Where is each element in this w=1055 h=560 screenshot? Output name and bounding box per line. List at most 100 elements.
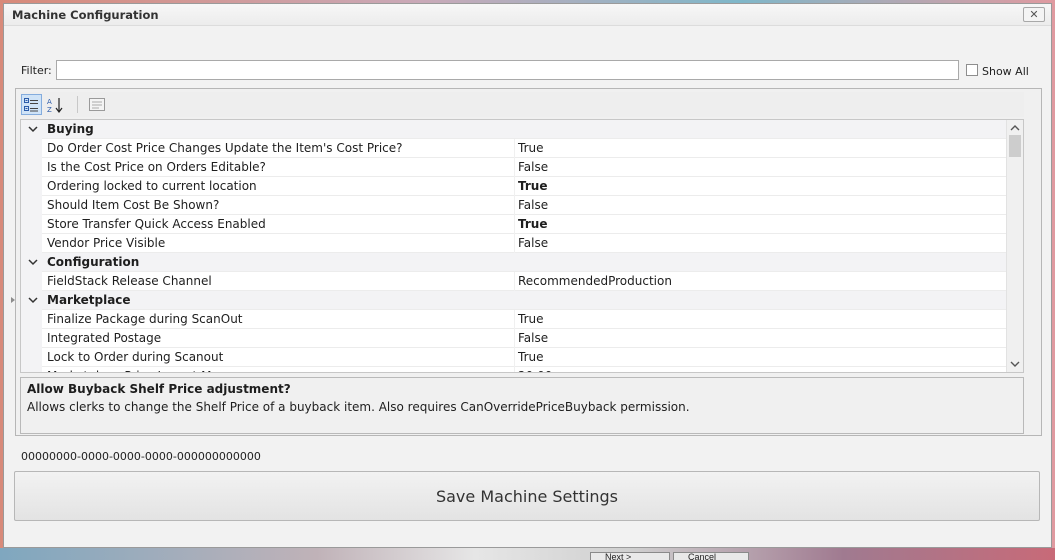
scroll-up-icon[interactable] [1010,123,1020,133]
column-divider[interactable] [514,310,515,329]
scrollbar-thumb[interactable] [1009,135,1021,157]
property-pages-icon [88,98,105,111]
show-all-label[interactable]: Show All [982,65,1029,78]
row-gutter [21,158,42,177]
description-panel: Allow Buyback Shelf Price adjustment? Al… [20,377,1024,434]
machine-configuration-window: Machine Configuration ✕ Filter: Show All [3,3,1052,548]
row-gutter [21,310,42,329]
row-gutter [21,348,42,367]
property-row[interactable]: FieldStack Release Channel RecommendedPro… [21,272,1006,291]
property-row[interactable]: Integrated Postage False [21,329,1006,348]
column-divider[interactable] [514,329,515,348]
background-cancel-button: Cancel [673,552,749,560]
toolbar-separator [77,96,78,113]
property-row[interactable]: Marketplace Price Import M... 20.00 [21,367,1006,372]
property-row[interactable]: Is the Cost Price on Orders Editable? Fal… [21,158,1006,177]
property-name: Store Transfer Quick Access Enabled [47,217,266,231]
svg-text:A: A [47,98,52,106]
filter-input[interactable] [56,60,959,80]
category-row[interactable]: Marketplace [21,291,1006,310]
sort-alphabetical-icon: A Z [47,97,62,113]
property-row[interactable]: Store Transfer Quick Access Enabled True [21,215,1006,234]
chevron-down-icon[interactable] [28,256,38,268]
property-name: Vendor Price Visible [47,236,166,250]
category-name: Configuration [47,255,140,269]
property-row[interactable]: Do Order Cost Price Changes Update the I… [21,139,1006,158]
property-value[interactable]: False [518,236,548,250]
property-value[interactable]: False [518,160,548,174]
svg-text:Z: Z [47,106,52,113]
column-divider[interactable] [514,348,515,367]
property-name: Do Order Cost Price Changes Update the I… [47,141,403,155]
category-name: Buying [47,122,94,136]
property-value[interactable]: False [518,198,548,212]
chevron-down-icon[interactable] [28,123,38,135]
property-name: Ordering locked to current location [47,179,257,193]
property-name: Should Item Cost Be Shown? [47,198,220,212]
desktop-background-strip [0,548,1055,560]
category-row[interactable]: Configuration [21,253,1006,272]
property-grid-rows: Buying Do Order Cost Price Changes Update… [21,120,1006,372]
scroll-down-icon[interactable] [1010,359,1020,369]
categorized-view-icon [24,97,38,111]
property-name: Is the Cost Price on Orders Editable? [47,160,266,174]
property-row[interactable]: Should Item Cost Be Shown? False [21,196,1006,215]
close-icon: ✕ [1029,8,1039,21]
chevron-down-icon[interactable] [28,294,38,306]
category-row[interactable]: Buying [21,120,1006,139]
property-name: Integrated Postage [47,331,162,345]
property-value[interactable]: True [518,350,544,364]
property-row[interactable]: Finalize Package during ScanOut True [21,310,1006,329]
property-name: Marketplace Price Import M... [47,369,223,372]
row-gutter [21,234,42,253]
column-divider[interactable] [514,177,515,196]
row-gutter [21,272,42,291]
column-divider[interactable] [514,215,515,234]
property-grid: Buying Do Order Cost Price Changes Update… [20,119,1024,373]
property-value[interactable]: True [518,217,547,231]
category-name: Marketplace [47,293,131,307]
property-name: Finalize Package during ScanOut [47,312,243,326]
background-next-button: Next > [590,552,670,560]
column-divider[interactable] [514,196,515,215]
row-gutter [21,139,42,158]
property-grid-panel: A Z Buying Do Order Cost Price Changes Up… [15,88,1042,436]
title-bar: Machine Configuration ✕ [4,4,1051,26]
property-value[interactable]: True [518,141,544,155]
property-row[interactable]: Ordering locked to current location True [21,177,1006,196]
row-gutter [21,329,42,348]
vertical-scrollbar[interactable] [1006,120,1023,372]
property-grid-toolbar: A Z [20,92,1024,117]
show-all-checkbox[interactable] [966,64,978,76]
machine-id: 00000000-0000-0000-0000-000000000000 [21,450,261,463]
close-button[interactable]: ✕ [1023,7,1045,22]
property-row[interactable]: Lock to Order during Scanout True [21,348,1006,367]
alphabetical-sort-button[interactable]: A Z [45,94,66,115]
save-machine-settings-button[interactable]: Save Machine Settings [14,471,1040,521]
column-divider[interactable] [514,158,515,177]
property-name: Lock to Order during Scanout [47,350,224,364]
window-title: Machine Configuration [12,8,159,22]
property-value[interactable]: 20.00 [518,369,552,372]
property-value[interactable]: True [518,312,544,326]
row-gutter [21,177,42,196]
property-row[interactable]: Vendor Price Visible False [21,234,1006,253]
description-title: Allow Buyback Shelf Price adjustment? [27,382,291,396]
property-value[interactable]: RecommendedProduction [518,274,672,288]
column-divider[interactable] [514,367,515,372]
categorized-view-button[interactable] [21,94,42,115]
property-value[interactable]: False [518,331,548,345]
property-name: FieldStack Release Channel [47,274,212,288]
column-divider[interactable] [514,234,515,253]
column-divider[interactable] [514,272,515,291]
property-pages-button[interactable] [86,94,107,115]
row-gutter [21,367,42,372]
filter-label: Filter: [21,64,52,77]
splitter-grip-icon[interactable] [11,297,15,303]
save-button-label: Save Machine Settings [435,486,619,506]
row-gutter [21,215,42,234]
column-divider[interactable] [514,139,515,158]
description-text: Allows clerks to change the Shelf Price … [27,400,690,414]
row-gutter [21,196,42,215]
property-value[interactable]: True [518,179,547,193]
